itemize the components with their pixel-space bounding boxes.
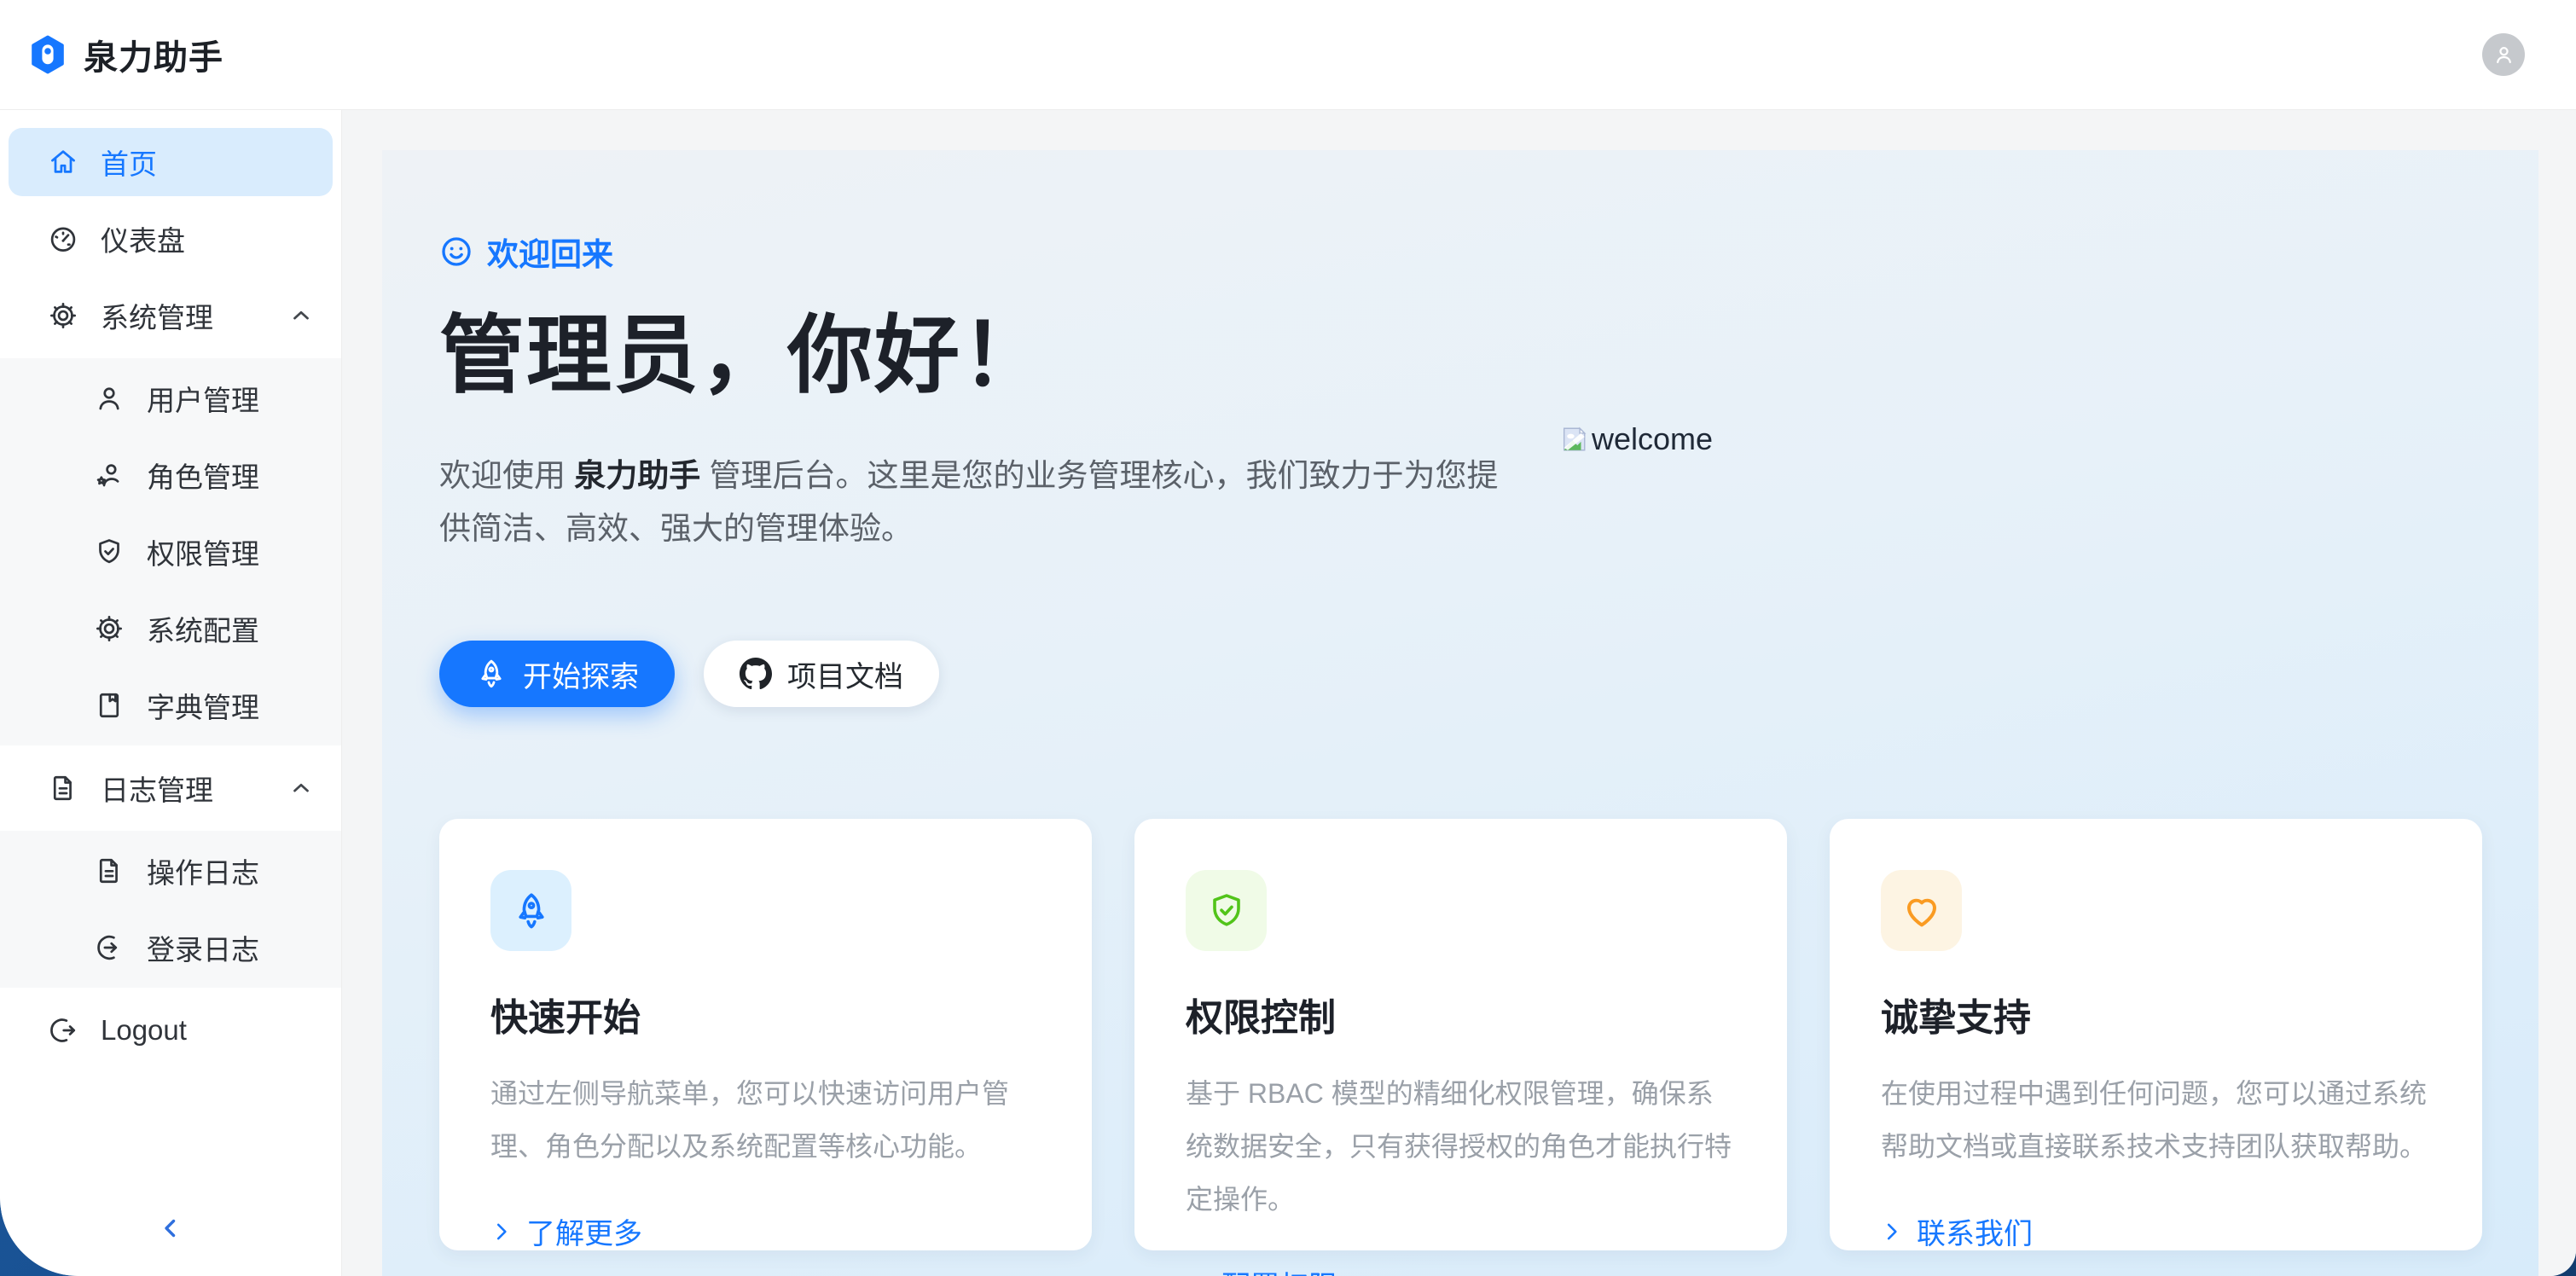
start-explore-label: 开始探索 xyxy=(523,653,639,695)
broken-image-icon xyxy=(1559,425,1588,454)
sidebar-item-role-management[interactable]: 角色管理 xyxy=(0,437,341,513)
brand-name: 泉力助手 xyxy=(574,458,700,493)
hexagon-lock-icon xyxy=(27,34,68,75)
page-title: 管理员，你好！ xyxy=(439,307,2482,405)
sidebar-item-label: 日志管理 xyxy=(101,768,213,809)
sidebar-item-login-log[interactable]: 登录日志 xyxy=(0,909,341,986)
card-title: 快速开始 xyxy=(490,987,1044,1041)
sidebar-item-label: 首页 xyxy=(101,142,157,183)
card-quick-start: 快速开始 通过左侧导航菜单，您可以快速访问用户管理、角色分配以及系统配置等核心功… xyxy=(439,819,1092,1250)
sidebar: 首页 仪表盘 xyxy=(0,110,342,1276)
login-icon xyxy=(94,932,125,963)
welcome-image-broken: welcome xyxy=(1559,421,1713,457)
chevron-left-icon xyxy=(156,1214,185,1243)
app-title: 泉力助手 xyxy=(84,30,223,79)
sidebar-item-label: 角色管理 xyxy=(147,455,259,496)
rocket-icon xyxy=(511,890,552,931)
card-icon-box xyxy=(1186,870,1267,951)
chevron-up-icon xyxy=(288,775,314,801)
welcome-banner: 欢迎回来 xyxy=(439,229,2482,275)
rocket-icon xyxy=(475,658,508,690)
user-avatar[interactable] xyxy=(2482,33,2525,76)
sidebar-item-dashboard[interactable]: 仪表盘 xyxy=(9,205,333,273)
card-description: 通过左侧导航菜单，您可以快速访问用户管理、角色分配以及系统配置等核心功能。 xyxy=(490,1067,1044,1173)
hero-section: 欢迎回来 管理员，你好！ 欢迎使用 泉力助手 管理后台。这里是您的业务管理核心，… xyxy=(382,150,2538,1276)
dashboard-gauge-icon xyxy=(48,223,78,254)
main-content: 欢迎回来 管理员，你好！ 欢迎使用 泉力助手 管理后台。这里是您的业务管理核心，… xyxy=(342,110,2576,1276)
sidebar-item-label: 系统管理 xyxy=(101,295,213,336)
chevron-right-icon xyxy=(1881,1221,1903,1243)
sidebar-item-label: Logout xyxy=(101,1014,187,1047)
sidebar-item-system-management[interactable]: 系统管理 xyxy=(9,281,333,350)
heart-icon xyxy=(1901,890,1942,931)
book-icon xyxy=(94,690,125,721)
card-link-contact-us[interactable]: 联系我们 xyxy=(1881,1210,2434,1252)
app-window: 泉力助手 首页 xyxy=(0,0,2576,1276)
sidebar-item-label: 用户管理 xyxy=(147,378,259,419)
user-avatar-icon xyxy=(2492,44,2515,67)
welcome-label: 欢迎回来 xyxy=(487,229,613,275)
sidebar-item-label: 登录日志 xyxy=(147,927,259,968)
submenu-log-management: 操作日志 登录日志 xyxy=(0,831,341,988)
project-docs-button[interactable]: 项目文档 xyxy=(704,641,939,707)
hero-actions: 开始探索 项目文档 xyxy=(439,641,2482,707)
card-icon-box xyxy=(490,870,571,951)
sidebar-item-system-config[interactable]: 系统配置 xyxy=(0,590,341,667)
sidebar-item-label: 系统配置 xyxy=(147,608,259,649)
card-title: 诚挚支持 xyxy=(1881,987,2434,1041)
hero-description: 欢迎使用 泉力助手 管理后台。这里是您的业务管理核心，我们致力于为您提供简洁、高… xyxy=(439,450,1506,555)
card-link-label: 配置权限 xyxy=(1221,1263,1337,1276)
card-description: 基于 RBAC 模型的精细化权限管理，确保系统数据安全，只有获得授权的角色才能执… xyxy=(1186,1067,1739,1226)
submenu-system-management: 用户管理 角色管理 xyxy=(0,358,341,745)
smiley-icon xyxy=(439,235,473,269)
logout-icon xyxy=(48,1015,78,1046)
github-icon xyxy=(740,658,772,690)
app-header: 泉力助手 xyxy=(0,0,2576,110)
card-title: 权限控制 xyxy=(1186,987,1739,1041)
sidebar-item-user-management[interactable]: 用户管理 xyxy=(0,360,341,437)
sidebar-item-operation-log[interactable]: 操作日志 xyxy=(0,832,341,909)
broken-image-alt-text: welcome xyxy=(1592,421,1713,457)
card-link-learn-more[interactable]: 了解更多 xyxy=(490,1210,1044,1252)
gear-icon xyxy=(48,300,78,331)
role-user-icon xyxy=(94,460,125,490)
chevron-right-icon xyxy=(1186,1273,1208,1276)
shield-check-icon xyxy=(1206,890,1247,931)
card-support: 诚挚支持 在使用过程中遇到任何问题，您可以通过系统帮助文档或直接联系技术支持团队… xyxy=(1830,819,2482,1250)
gear-icon xyxy=(94,613,125,644)
sidebar-item-label: 字典管理 xyxy=(147,685,259,726)
card-link-label: 了解更多 xyxy=(526,1210,642,1252)
user-icon xyxy=(94,383,125,414)
sidebar-item-label: 操作日志 xyxy=(147,850,259,891)
file-text-icon xyxy=(48,773,78,803)
card-permission-control: 权限控制 基于 RBAC 模型的精细化权限管理，确保系统数据安全，只有获得授权的… xyxy=(1134,819,1787,1250)
sidebar-item-permission-management[interactable]: 权限管理 xyxy=(0,513,341,590)
sidebar-item-home[interactable]: 首页 xyxy=(9,128,333,196)
sidebar-item-log-management[interactable]: 日志管理 xyxy=(9,754,333,822)
home-icon xyxy=(48,147,78,177)
chevron-right-icon xyxy=(490,1221,513,1243)
card-link-configure-permissions[interactable]: 配置权限 xyxy=(1186,1263,1739,1276)
sidebar-collapse-button[interactable] xyxy=(151,1209,190,1250)
sidebar-item-label: 权限管理 xyxy=(147,531,259,572)
card-description: 在使用过程中遇到任何问题，您可以通过系统帮助文档或直接联系技术支持团队获取帮助。 xyxy=(1881,1067,2434,1173)
chevron-up-icon xyxy=(288,303,314,328)
start-explore-button[interactable]: 开始探索 xyxy=(439,641,675,707)
card-link-label: 联系我们 xyxy=(1917,1210,2033,1252)
sidebar-item-label: 仪表盘 xyxy=(101,218,185,259)
file-text-icon xyxy=(94,856,125,886)
feature-cards: 快速开始 通过左侧导航菜单，您可以快速访问用户管理、角色分配以及系统配置等核心功… xyxy=(439,819,2482,1250)
sidebar-item-dictionary-management[interactable]: 字典管理 xyxy=(0,667,341,744)
sidebar-item-logout[interactable]: Logout xyxy=(9,996,333,1064)
sidebar-nav: 首页 仪表盘 xyxy=(0,128,341,1064)
project-docs-label: 项目文档 xyxy=(787,653,903,695)
card-icon-box xyxy=(1881,870,1962,951)
shield-check-icon xyxy=(94,536,125,567)
